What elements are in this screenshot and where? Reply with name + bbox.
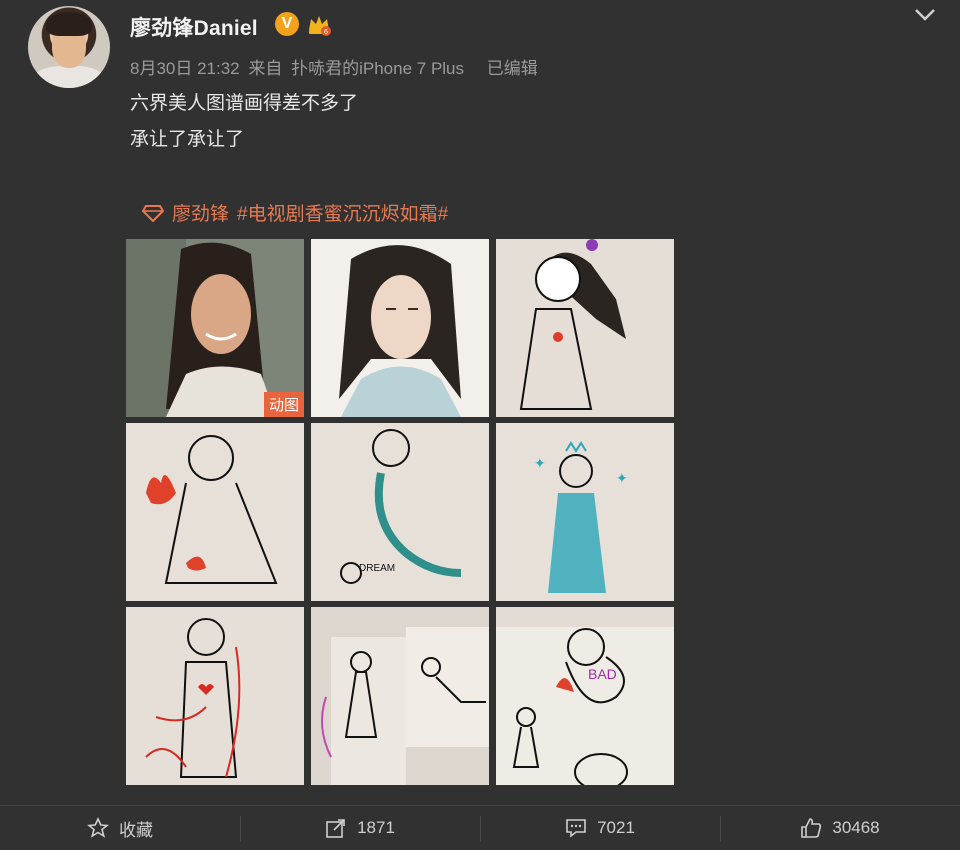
post-meta: 8月30日 21:32 来自 扑哧君的iPhone 7 Plus 已编辑 — [130, 54, 542, 79]
image-drawing-fire-figure[interactable] — [126, 423, 304, 601]
favorite-button[interactable]: 收藏 — [0, 806, 240, 850]
post-text-line-1: 六界美人图谱画得差不多了 — [130, 93, 359, 114]
image-drawing-girl-flower[interactable] — [496, 239, 674, 417]
source-prefix: 来自 — [248, 59, 283, 78]
edited-label[interactable]: 已编辑 — [487, 59, 538, 78]
image-drawing-bad-bird[interactable]: BAD — [496, 607, 674, 785]
image-drawing-red-figure[interactable] — [126, 607, 304, 785]
chevron-down-icon[interactable] — [910, 4, 940, 26]
image-drawing-blue-princess[interactable]: ✦ ✦ — [496, 423, 674, 601]
bad-drawing-text: BAD — [588, 666, 617, 682]
crown-vip-icon: 6 — [309, 16, 331, 36]
username[interactable]: 廖劲锋Daniel — [130, 12, 258, 42]
image-grid: 动图 DREAM ✦ ✦ BAD — [126, 239, 674, 785]
thumbs-up-icon — [801, 818, 822, 838]
repost-count: 1871 — [357, 818, 395, 837]
image-photo-actor-still[interactable]: 动图 — [126, 239, 304, 417]
star-outline-icon — [87, 817, 109, 838]
like-count: 30468 — [832, 818, 880, 837]
weibo-post-card: 廖劲锋Daniel V 6 8月30日 21:32 来自 扑哧君的iPhone … — [0, 0, 960, 850]
topic-person-link[interactable]: 廖劲锋 — [172, 199, 229, 226]
diamond-icon — [142, 204, 164, 222]
svg-text:✦: ✦ — [534, 455, 546, 471]
svg-text:✦: ✦ — [616, 470, 628, 486]
post-action-bar: 收藏 1871 7021 30468 — [0, 805, 960, 850]
image-drawing-mermaid-dragon[interactable]: DREAM — [311, 423, 489, 601]
gif-badge: 动图 — [263, 392, 304, 417]
share-arrow-icon — [326, 819, 345, 838]
like-button[interactable]: 30468 — [720, 806, 960, 850]
verified-badge-icon: V — [275, 12, 299, 36]
user-avatar[interactable] — [28, 6, 110, 88]
post-date[interactable]: 8月30日 21:32 — [130, 59, 240, 78]
svg-text:6: 6 — [324, 29, 328, 36]
comment-button[interactable]: 7021 — [480, 806, 720, 850]
comment-bubble-icon — [566, 819, 586, 838]
repost-button[interactable]: 1871 — [240, 806, 480, 850]
topic-tag-link[interactable]: #电视剧香蜜沉沉烬如霜# — [237, 199, 448, 226]
post-text-line-2: 承让了承让了 — [130, 129, 245, 150]
topic-links: 廖劲锋 #电视剧香蜜沉沉烬如霜# — [142, 199, 448, 226]
image-illustration-actor[interactable] — [311, 239, 489, 417]
dream-drawing-text: DREAM — [359, 563, 395, 574]
comment-count: 7021 — [597, 818, 635, 837]
favorite-label: 收藏 — [119, 820, 153, 840]
image-drawing-two-figures[interactable] — [311, 607, 489, 785]
post-source[interactable]: 扑哧君的iPhone 7 Plus — [291, 59, 464, 78]
